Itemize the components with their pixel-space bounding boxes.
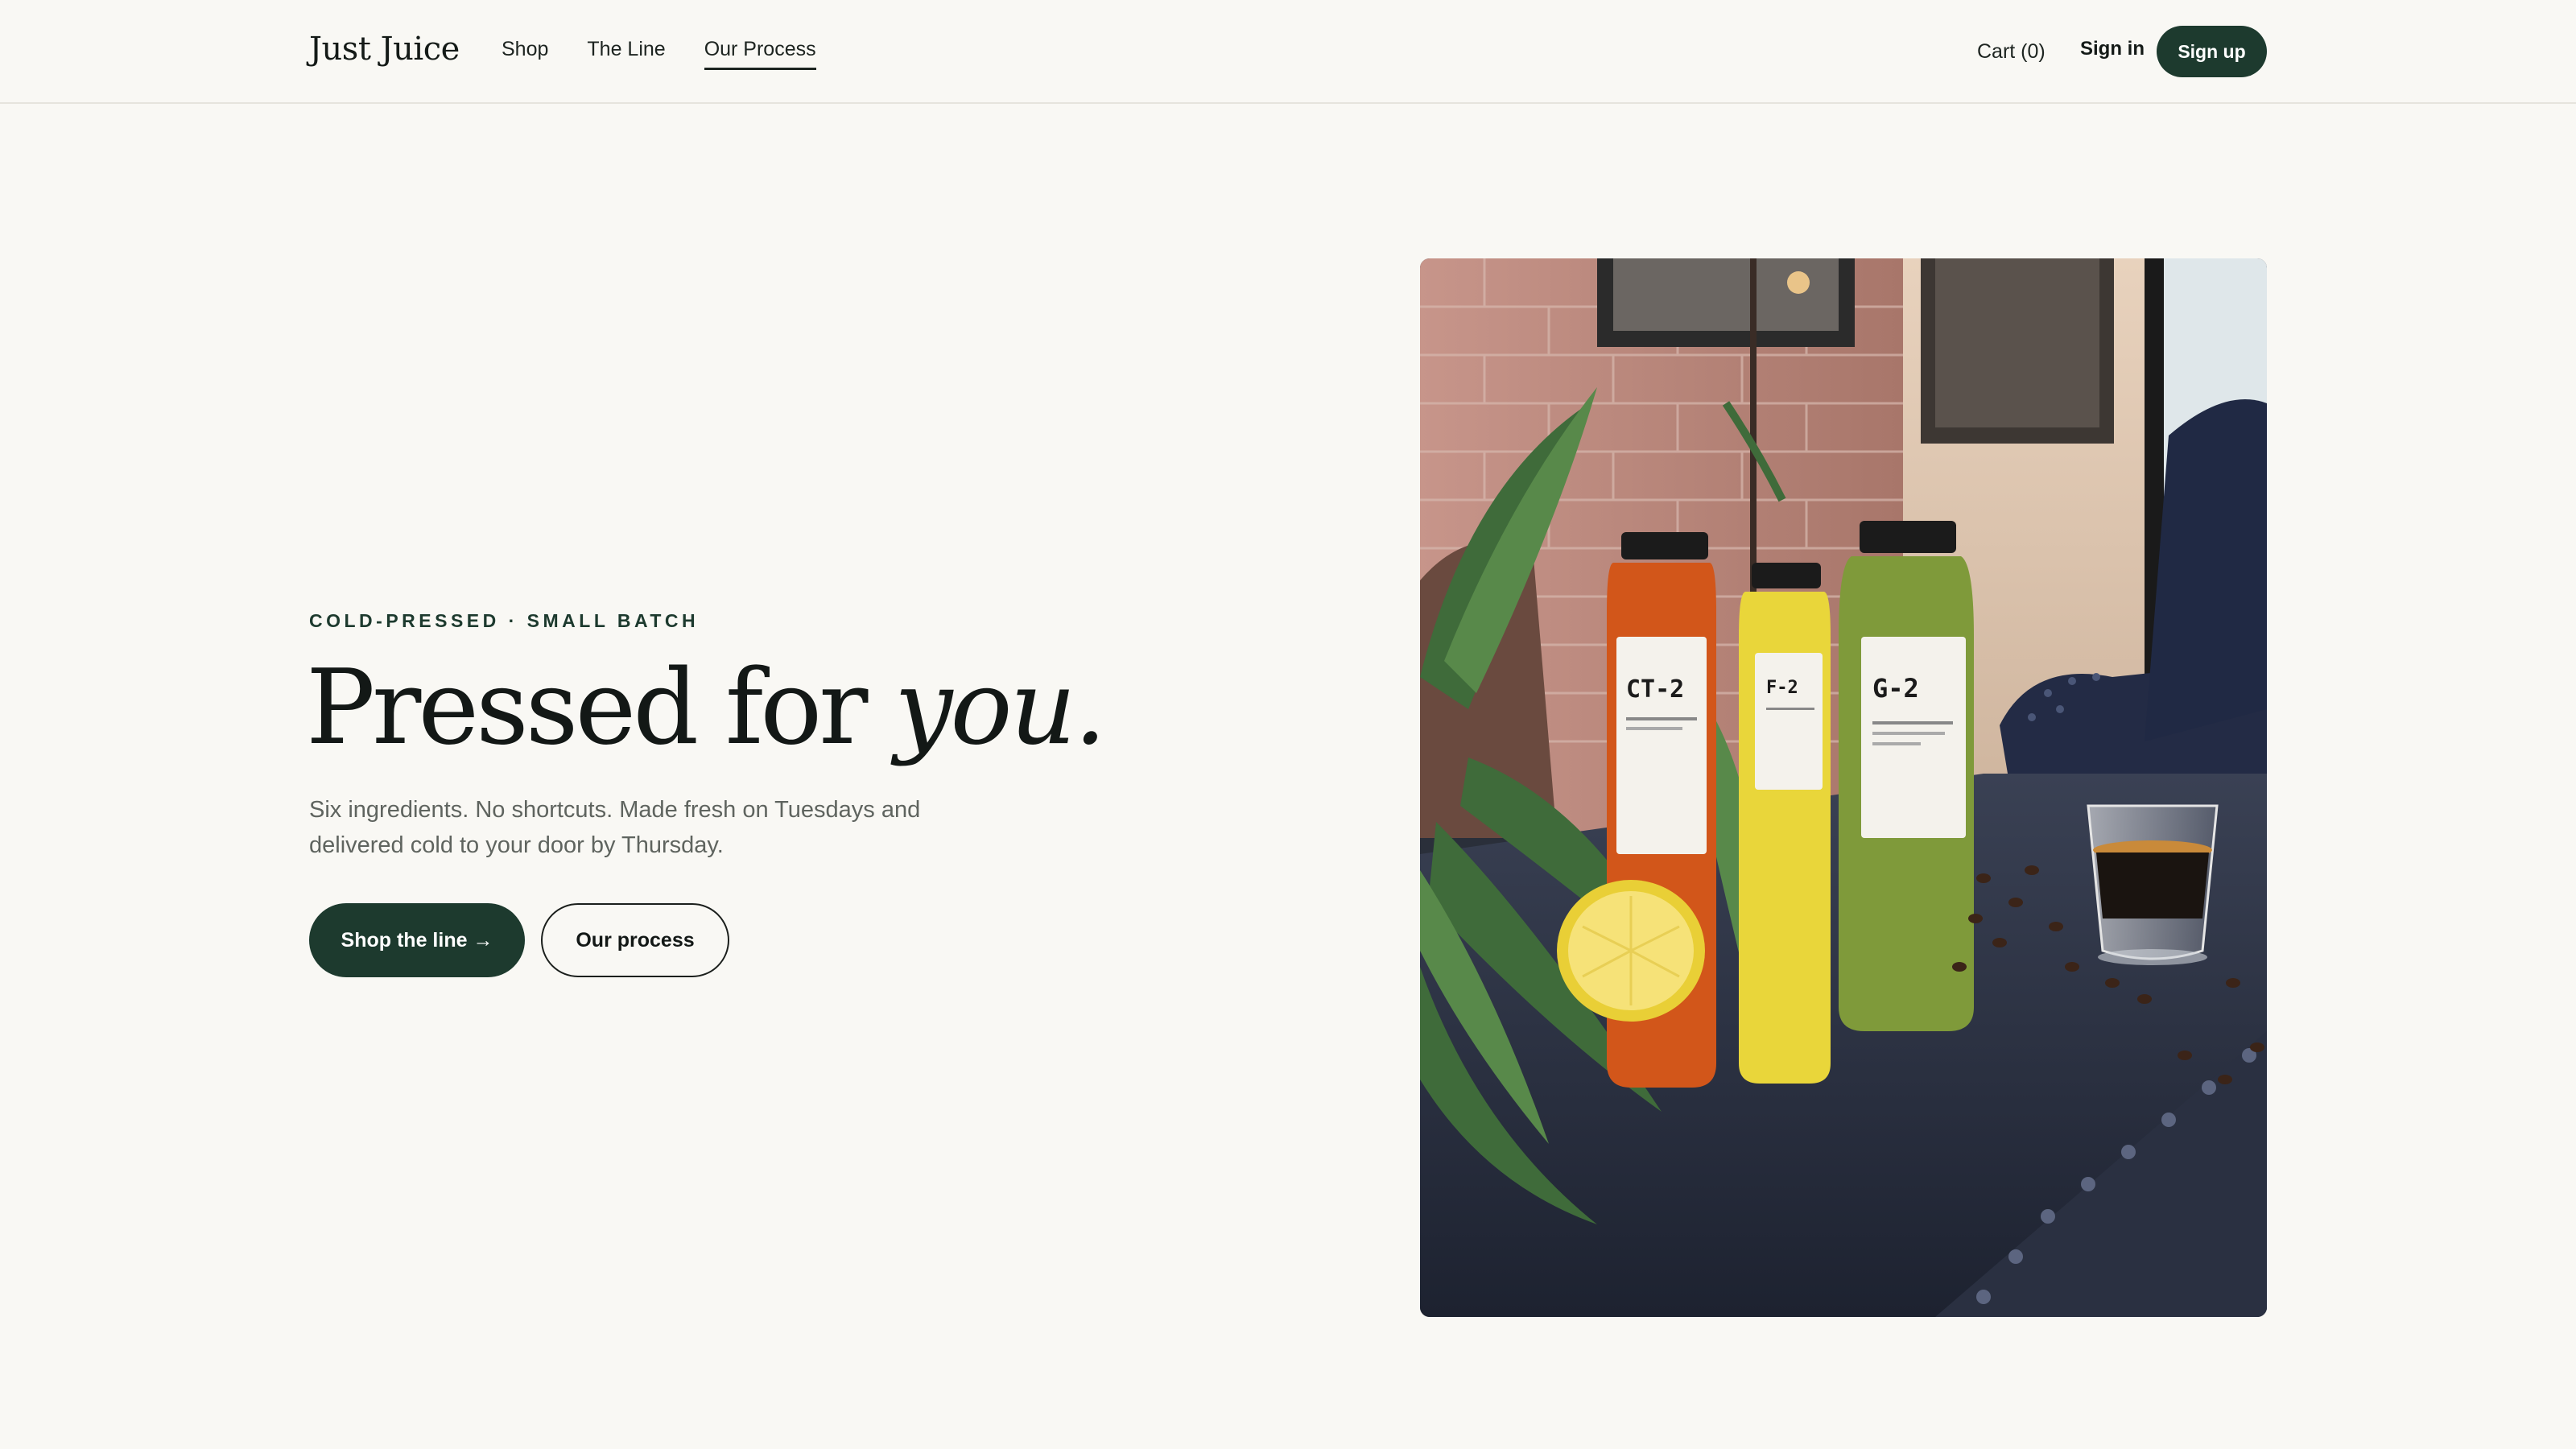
- sign-up-button[interactable]: Sign up: [2157, 26, 2267, 77]
- bottle-label-f-2: F-2: [1766, 678, 1798, 698]
- hero-headline: Pressed for you.: [306, 648, 1107, 769]
- bottle-label-g-2: G-2: [1872, 673, 1919, 704]
- headline-main: Pressed for: [306, 648, 895, 768]
- juice-bottles-illustration: CT-2 F-2 G-2: [1420, 258, 2267, 1317]
- nav-shop[interactable]: Shop: [502, 37, 548, 70]
- sign-in-link[interactable]: Sign in: [2080, 38, 2145, 60]
- our-process-button[interactable]: Our process: [541, 903, 729, 977]
- primary-nav: Shop The Line Our Process: [502, 37, 816, 70]
- cart-link[interactable]: Cart (0): [1977, 40, 2046, 64]
- nav-our-process[interactable]: Our Process: [704, 37, 816, 70]
- espresso-glass: [2087, 804, 2219, 965]
- bottle-f-2: F-2: [1739, 563, 1831, 1084]
- headline-emphasis: you.: [894, 648, 1106, 768]
- hero-eyebrow: COLD-PRESSED · SMALL BATCH: [309, 610, 700, 631]
- lemon-half: [1557, 880, 1705, 1022]
- brand-logo[interactable]: Just Juice: [309, 31, 460, 68]
- bottle-label-ct-2: CT-2: [1626, 675, 1684, 704]
- hero-product-photo: CT-2 F-2 G-2: [1420, 258, 2267, 1317]
- site-header: Just Juice Shop The Line Our Process Car…: [0, 0, 2576, 104]
- nav-the-line[interactable]: The Line: [587, 37, 665, 70]
- hero-subcopy: Six ingredients. No shortcuts. Made fres…: [309, 797, 921, 858]
- shop-the-line-button[interactable]: Shop the line →: [309, 903, 525, 977]
- bottle-g-2: G-2: [1839, 521, 1974, 1031]
